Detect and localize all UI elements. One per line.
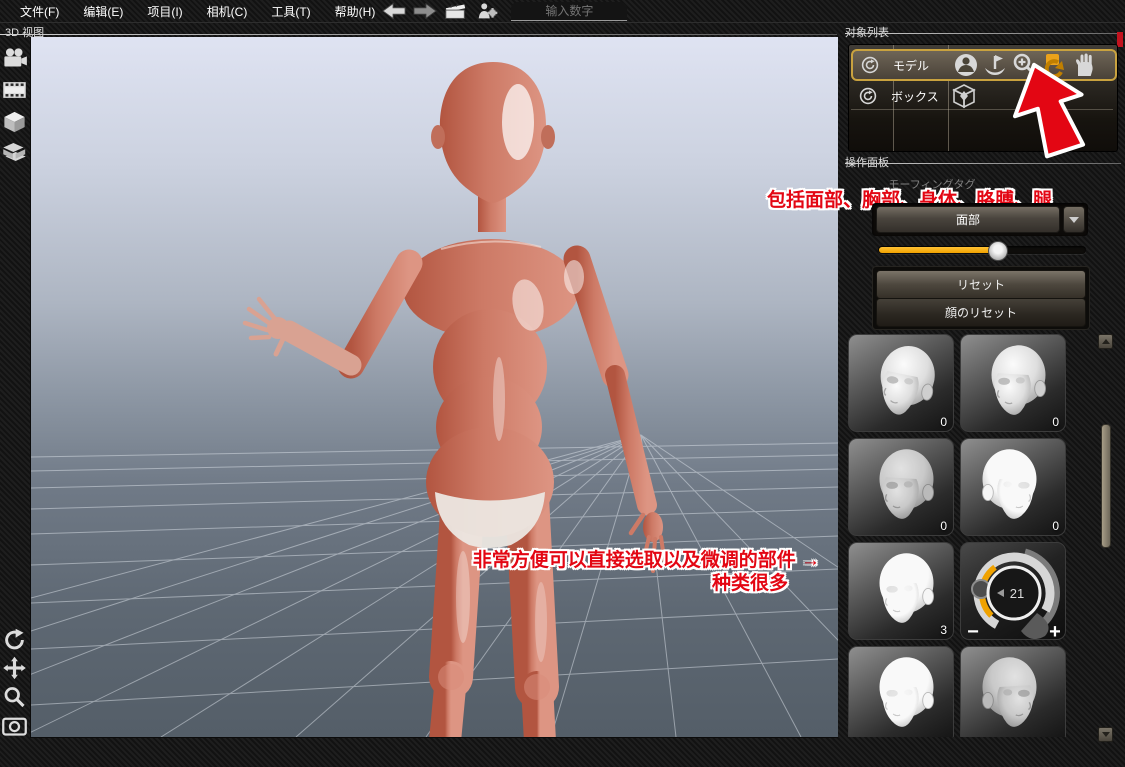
dial-minus-button[interactable]: −	[967, 621, 979, 640]
head-thumbnail[interactable]: 0	[960, 334, 1066, 432]
head-thumbnail[interactable]: 0	[848, 334, 954, 432]
reset-button-group: リセット 顔のリセット	[872, 266, 1090, 330]
visibility-toggle-icon[interactable]	[861, 56, 879, 74]
head-thumbnail[interactable]	[848, 646, 954, 737]
camera-frame-icon[interactable]	[1, 714, 28, 738]
pan-move-icon[interactable]	[1, 656, 28, 680]
dial-value: 21	[1010, 586, 1024, 601]
menu-project[interactable]: 项目(I)	[147, 3, 182, 20]
face-reset-button[interactable]: 顔のリセット	[876, 298, 1086, 327]
viewport-annotation: 非常方便可以直接选取以及微调的部件 → 种类很多	[473, 549, 820, 595]
menu-edit[interactable]: 编辑(E)	[83, 3, 123, 20]
morph-category-dropdown: 面部	[872, 203, 1088, 236]
viewport-3d[interactable]: 非常方便可以直接选取以及微调的部件 → 种类很多	[30, 37, 838, 738]
control-panel-title: 操作面板	[845, 154, 889, 170]
chevron-down-icon	[1069, 217, 1079, 223]
menu-tools[interactable]: 工具(T)	[271, 3, 310, 20]
viewport-underline	[0, 34, 837, 35]
pose-person-icon[interactable]	[475, 2, 499, 20]
thumbnail-count: 3	[940, 623, 947, 637]
red-corner-marker	[1117, 32, 1123, 47]
value-dial[interactable]: 21 − +	[961, 543, 1066, 640]
scene-canvas	[31, 37, 838, 737]
morph-slider[interactable]	[878, 243, 1086, 257]
redo-forward-icon[interactable]	[413, 2, 437, 20]
scroll-down-button[interactable]	[1098, 727, 1113, 742]
object-list-underline	[845, 33, 1121, 34]
morph-thumbnail-grid: 0 0 0 0 3 21	[848, 334, 1066, 737]
scroll-up-button[interactable]	[1098, 334, 1113, 349]
head-thumbnail[interactable]	[960, 646, 1066, 737]
box-tools	[951, 83, 977, 109]
menu-help[interactable]: 帮助(H)	[335, 3, 376, 20]
app-window: 文件(F) 编辑(E) 项目(I) 相机(C) 工具(T) 帮助(H)	[0, 0, 1125, 767]
primitive-cube-icon[interactable]	[1, 110, 28, 134]
body-select-tool-icon[interactable]	[953, 52, 979, 78]
wire-cube-icon[interactable]	[951, 83, 977, 109]
zoom-view-icon[interactable]	[1, 685, 28, 709]
object-row-label: ボックス	[891, 88, 949, 105]
number-input[interactable]	[511, 2, 627, 21]
triangle-down-icon	[1102, 732, 1110, 737]
slider-fill	[879, 247, 998, 253]
undo-back-icon[interactable]	[382, 2, 406, 20]
clapperboard-icon[interactable]	[444, 2, 468, 20]
head-thumbnail[interactable]: 3	[848, 542, 954, 640]
reset-button[interactable]: リセット	[876, 270, 1086, 299]
menu-file[interactable]: 文件(F)	[20, 3, 59, 20]
dropdown-value[interactable]: 面部	[876, 206, 1060, 233]
menu-camera[interactable]: 相机(C)	[207, 3, 248, 20]
object-row-label: モデル	[893, 57, 951, 74]
menu-bar: 文件(F) 编辑(E) 项目(I) 相机(C) 工具(T) 帮助(H)	[0, 0, 1125, 23]
visibility-toggle-icon[interactable]	[859, 87, 877, 105]
viewport-annotation-line1: 非常方便可以直接选取以及微调的部件 →	[473, 549, 820, 572]
slider-knob[interactable]	[988, 241, 1008, 261]
triangle-up-icon	[1102, 339, 1110, 344]
render-camera-icon[interactable]	[1, 46, 28, 70]
floor-tiles-icon[interactable]	[1, 140, 28, 164]
morph-dial-cell[interactable]: 21 − +	[960, 542, 1066, 640]
thumbnail-count: 0	[1052, 519, 1059, 533]
thumbnail-count: 0	[940, 415, 947, 429]
head-thumbnail[interactable]: 0	[960, 438, 1066, 536]
control-panel-underline	[845, 163, 1121, 164]
thumbnail-count: 0	[940, 519, 947, 533]
dial-plus-button[interactable]: +	[1049, 621, 1061, 640]
filmstrip-icon[interactable]	[1, 78, 28, 102]
scrollbar-thumb[interactable]	[1101, 424, 1111, 548]
dropdown-button[interactable]	[1063, 206, 1085, 233]
viewport-annotation-line2: 种类很多	[473, 572, 820, 595]
head-thumbnail[interactable]: 0	[848, 438, 954, 536]
thumbnail-count: 0	[1052, 415, 1059, 429]
object-list-title: 对象列表	[845, 24, 889, 40]
rotate-view-icon[interactable]	[1, 628, 28, 652]
